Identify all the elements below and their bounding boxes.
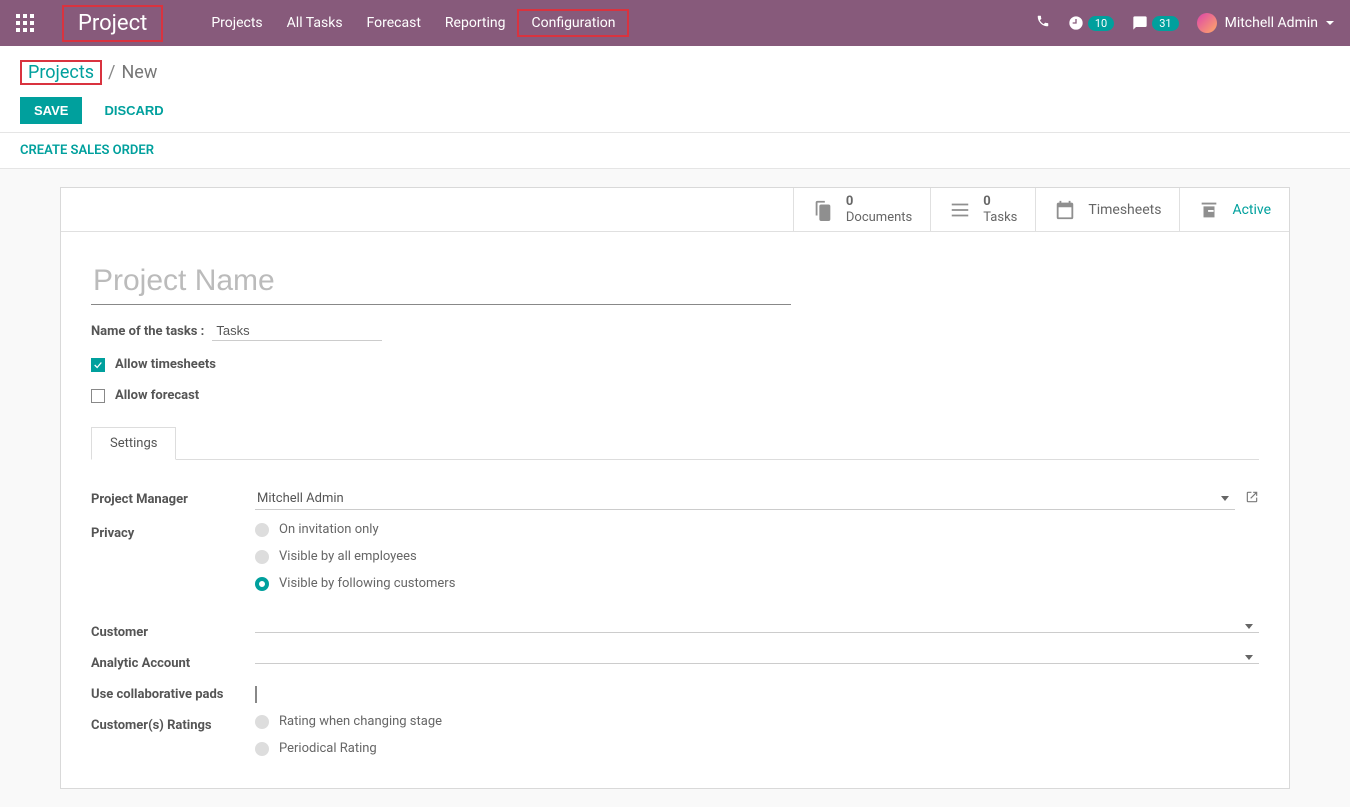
- privacy-label: Privacy: [91, 522, 255, 541]
- chevron-down-icon: [1245, 655, 1253, 660]
- nav-configuration[interactable]: Configuration: [517, 9, 629, 37]
- user-name: Mitchell Admin: [1225, 15, 1318, 31]
- calendar-icon: [1054, 199, 1076, 221]
- tasks-icon: [949, 199, 971, 221]
- apps-icon[interactable]: [16, 14, 34, 32]
- activity-badge[interactable]: 10: [1068, 15, 1114, 31]
- breadcrumb-highlight: Projects: [20, 60, 102, 85]
- task-name-input[interactable]: [212, 321, 382, 341]
- analytic-select[interactable]: [255, 652, 1259, 664]
- tab-settings[interactable]: Settings: [91, 427, 176, 460]
- chat-badge[interactable]: 31: [1132, 15, 1178, 31]
- top-header: Project Projects All Tasks Forecast Repo…: [0, 0, 1350, 46]
- ratings-label: Customer(s) Ratings: [91, 714, 255, 733]
- customer-select[interactable]: [255, 621, 1259, 633]
- tabs: Settings: [91, 427, 1259, 460]
- allow-forecast-row[interactable]: Allow forecast: [91, 388, 1259, 403]
- documents-label: Documents: [846, 210, 912, 226]
- radio-icon: [255, 715, 269, 729]
- privacy-option-employees[interactable]: Visible by all employees: [255, 549, 1259, 564]
- allow-timesheets-row[interactable]: Allow timesheets: [91, 357, 1259, 372]
- collab-checkbox[interactable]: [255, 686, 257, 703]
- secondary-row: CREATE SALES ORDER: [0, 132, 1350, 169]
- chevron-down-icon: [1245, 624, 1253, 629]
- create-sales-order-link[interactable]: CREATE SALES ORDER: [20, 143, 154, 158]
- brand-highlight: Project: [62, 5, 163, 42]
- stat-timesheets[interactable]: Timesheets: [1035, 188, 1179, 231]
- breadcrumb-projects[interactable]: Projects: [28, 62, 94, 83]
- timesheets-label: Timesheets: [1088, 202, 1161, 218]
- active-label: Active: [1232, 202, 1271, 218]
- discard-button[interactable]: DISCARD: [94, 97, 173, 124]
- allow-forecast-checkbox[interactable]: [91, 389, 105, 403]
- project-manager-select[interactable]: Mitchell Admin: [255, 488, 1235, 510]
- allow-timesheets-checkbox[interactable]: [91, 358, 105, 372]
- stat-bar: 0 Documents 0 Tasks Timesheets Active: [61, 188, 1289, 232]
- analytic-label: Analytic Account: [91, 652, 255, 671]
- allow-timesheets-label: Allow timesheets: [115, 357, 216, 372]
- radio-icon: [255, 742, 269, 756]
- nav-forecast[interactable]: Forecast: [355, 11, 433, 35]
- external-link-icon[interactable]: [1245, 490, 1259, 508]
- tasks-count: 0: [983, 194, 1017, 210]
- header-right: 10 31 Mitchell Admin: [1036, 13, 1334, 33]
- avatar: [1197, 13, 1217, 33]
- radio-icon: [255, 550, 269, 564]
- breadcrumb: Projects / New: [0, 46, 1350, 89]
- documents-icon: [812, 199, 834, 221]
- brand-title[interactable]: Project: [78, 11, 147, 36]
- nav-projects[interactable]: Projects: [199, 11, 274, 35]
- collab-label: Use collaborative pads: [91, 683, 255, 702]
- nav-all-tasks[interactable]: All Tasks: [275, 11, 355, 35]
- ratings-option-stage[interactable]: Rating when changing stage: [255, 714, 1259, 729]
- form-sheet: 0 Documents 0 Tasks Timesheets Active: [60, 187, 1290, 789]
- privacy-option-customers[interactable]: Visible by following customers: [255, 576, 1259, 591]
- user-menu[interactable]: Mitchell Admin: [1197, 13, 1334, 33]
- chevron-down-icon: [1221, 496, 1229, 501]
- tasks-label: Tasks: [983, 210, 1017, 226]
- allow-forecast-label: Allow forecast: [115, 388, 199, 403]
- radio-icon: [255, 577, 269, 591]
- project-manager-label: Project Manager: [91, 488, 255, 507]
- breadcrumb-current: New: [121, 62, 157, 83]
- project-name-input[interactable]: [91, 258, 791, 305]
- action-row: SAVE DISCARD: [0, 89, 1350, 132]
- form-body: Name of the tasks : Allow timesheets All…: [61, 232, 1289, 788]
- save-button[interactable]: SAVE: [20, 97, 82, 124]
- privacy-option-invitation[interactable]: On invitation only: [255, 522, 1259, 537]
- nav-menu: Projects All Tasks Forecast Reporting Co…: [199, 9, 629, 37]
- sheet-wrap: 0 Documents 0 Tasks Timesheets Active: [0, 169, 1350, 807]
- stat-documents[interactable]: 0 Documents: [793, 188, 930, 231]
- archive-icon: [1198, 199, 1220, 221]
- radio-icon: [255, 523, 269, 537]
- project-manager-value: Mitchell Admin: [257, 491, 1221, 506]
- breadcrumb-sep: /: [108, 62, 115, 83]
- chat-count: 31: [1152, 16, 1178, 31]
- nav-reporting[interactable]: Reporting: [433, 11, 518, 35]
- customer-label: Customer: [91, 621, 255, 640]
- phone-icon[interactable]: [1036, 14, 1050, 32]
- documents-count: 0: [846, 194, 912, 210]
- settings-body: Project Manager Mitchell Admin Privacy: [91, 460, 1259, 762]
- task-name-label: Name of the tasks :: [91, 324, 204, 339]
- caret-down-icon: [1326, 21, 1334, 25]
- stat-active[interactable]: Active: [1179, 188, 1289, 231]
- stat-tasks[interactable]: 0 Tasks: [930, 188, 1035, 231]
- activity-count: 10: [1088, 16, 1114, 31]
